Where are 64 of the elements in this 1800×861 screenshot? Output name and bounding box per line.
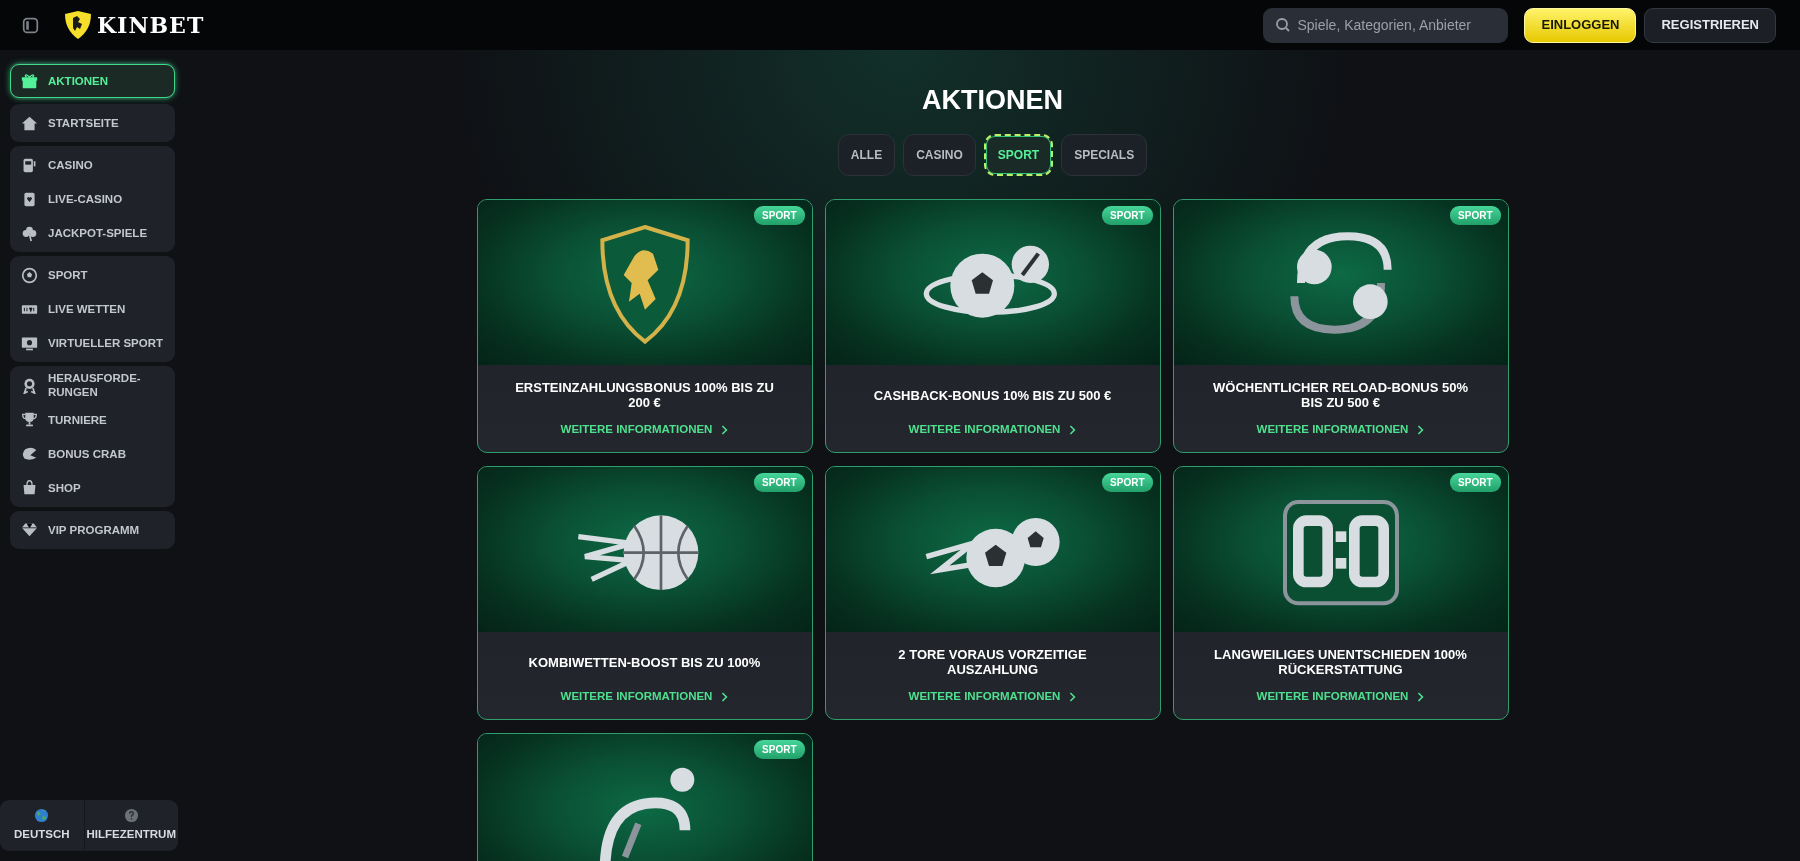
- chevron-right-icon: [1068, 691, 1077, 703]
- logo-text: KINBET: [97, 10, 205, 40]
- sidebar-item[interactable]: HERAUSFORDE-RUNGEN: [10, 368, 175, 403]
- promo-title: KOMBIWETTEN-BOOST BIS ZU 100%: [527, 653, 762, 672]
- filter-tab[interactable]: SPECIALS: [1061, 134, 1148, 177]
- sidebar-item[interactable]: LIVE WETTEN: [10, 292, 175, 326]
- more-info-link[interactable]: WEITERE INFORMATIONEN: [560, 688, 729, 706]
- language-button[interactable]: DEUTSCH: [0, 799, 84, 851]
- promo-title: ERSTEINZAHLUNGSBONUS 100% BIS ZU 200 €: [514, 379, 775, 412]
- question-icon: [123, 807, 139, 823]
- category-tag: SPORT: [754, 740, 805, 760]
- sidebar-item[interactable]: TURNIERE: [10, 402, 175, 437]
- category-tag: SPORT: [754, 206, 805, 226]
- promo-title: LANGWEILIGES UNENTSCHIEDEN 100% RÜCKERSTATTUNG: [1213, 646, 1468, 679]
- globe-icon: [34, 807, 50, 823]
- slot-machine-icon: [21, 156, 38, 174]
- chevron-right-icon: [1416, 691, 1425, 703]
- gift-icon: [21, 72, 38, 90]
- search-icon: [1275, 16, 1292, 33]
- sidebar-item[interactable]: SHOP: [10, 470, 175, 505]
- promo-title: CASHBACK-BONUS 10% BIS ZU 500 €: [872, 386, 1113, 405]
- filter-tab[interactable]: ALLE: [837, 134, 896, 177]
- house-icon: [21, 114, 38, 132]
- playing-card-icon: [21, 190, 38, 208]
- category-tag: SPORT: [1450, 206, 1501, 226]
- promo-title: WÖCHENTLICHER RELOAD-BONUS 50% BIS ZU 500 €: [1212, 379, 1469, 412]
- soccer-ball-icon: [21, 266, 38, 284]
- chevron-right-icon: [720, 691, 729, 703]
- chevron-right-icon: [1068, 424, 1077, 436]
- medal-icon: [21, 376, 38, 394]
- sidebar-item[interactable]: AKTIONEN: [10, 64, 175, 98]
- category-tag: SPORT: [1450, 473, 1501, 493]
- diamond-icon: [21, 521, 38, 539]
- sidebar-item[interactable]: STARTSEITE: [10, 106, 175, 140]
- chevron-right-icon: [720, 424, 729, 436]
- sidebar-item[interactable]: VIRTUELLER SPORT: [10, 326, 175, 360]
- filter-tab[interactable]: SPORT: [983, 134, 1054, 177]
- search-field[interactable]: Spiele, Kategorien, Anbieter: [1263, 7, 1509, 43]
- trophy-icon: [21, 411, 38, 429]
- sidebar-item[interactable]: BONUS CRAB: [10, 436, 175, 471]
- page-title: AKTIONEN: [922, 84, 1063, 117]
- sidebar-item[interactable]: LIVE-CASINO: [10, 182, 175, 216]
- more-info-link[interactable]: WEITERE INFORMATIONEN: [908, 421, 1077, 439]
- more-info-link[interactable]: WEITERE INFORMATIONEN: [908, 688, 1077, 706]
- sidebar-item[interactable]: VIP PROGRAMM: [10, 512, 175, 547]
- login-button[interactable]: EINLOGGEN: [1524, 7, 1637, 43]
- clover-icon: [21, 224, 38, 242]
- help-center-button[interactable]: HILFEZENTRUM: [83, 799, 178, 851]
- sidebar-toggle-icon[interactable]: [22, 16, 39, 34]
- shield-logo-icon: [63, 10, 93, 40]
- sidebar-item[interactable]: JACKPOT-SPIELE: [10, 216, 175, 250]
- more-info-link[interactable]: WEITERE INFORMATIONEN: [1256, 688, 1425, 706]
- more-info-link[interactable]: WEITERE INFORMATIONEN: [1256, 421, 1425, 439]
- more-info-link[interactable]: WEITERE INFORMATIONEN: [560, 421, 729, 439]
- sidebar-item[interactable]: CASINO: [10, 148, 175, 182]
- chevron-right-icon: [1416, 424, 1425, 436]
- category-tag: SPORT: [1102, 206, 1153, 226]
- category-tag: SPORT: [1102, 473, 1153, 493]
- bag-icon: [21, 479, 38, 497]
- promo-title: 2 TORE VORAUS VORZEITIGE AUSZAHLUNG: [897, 646, 1088, 679]
- register-button[interactable]: REGISTRIEREN: [1644, 7, 1776, 43]
- filter-tab[interactable]: CASINO: [903, 134, 976, 177]
- sidebar-item[interactable]: SPORT: [10, 258, 175, 292]
- category-tag: SPORT: [754, 473, 805, 493]
